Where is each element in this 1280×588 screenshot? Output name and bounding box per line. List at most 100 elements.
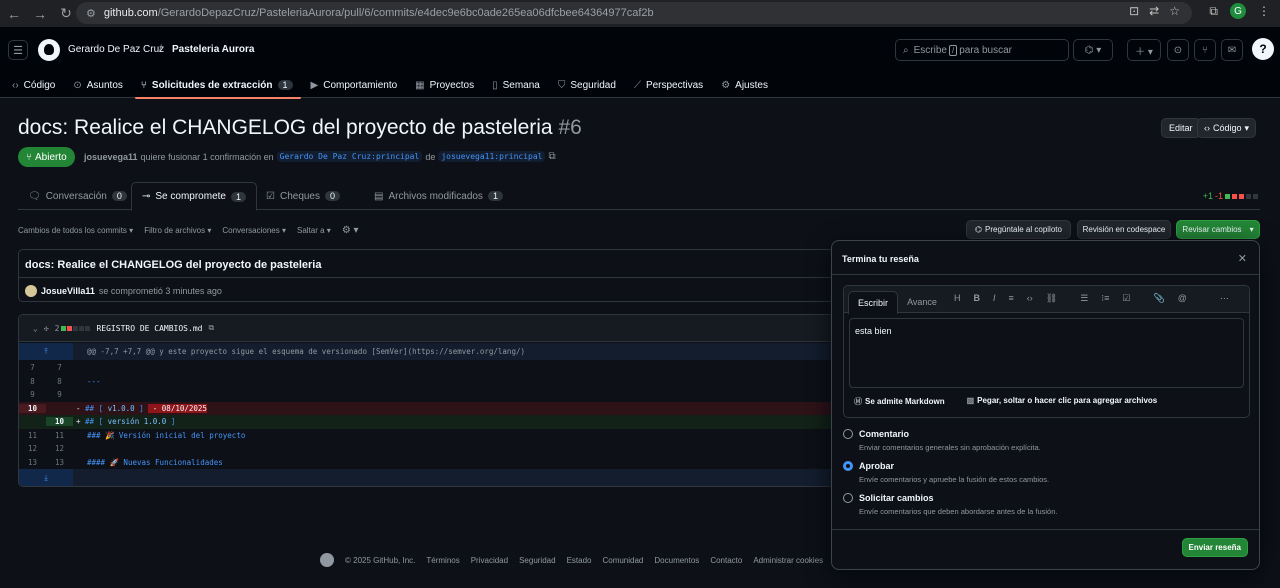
repo-tab-8[interactable]: ⚙ Ajustes: [721, 72, 776, 98]
attach-files-note[interactable]: ▨ Pegar, soltar o hacer clic para agregar…: [967, 396, 1158, 407]
move-icon[interactable]: ✣: [44, 324, 49, 333]
unordered-list-icon[interactable]: ☰: [1080, 293, 1088, 304]
review-option-approve[interactable]: Aprobar Envíe comentarios y apruebe la f…: [843, 461, 1049, 484]
old-line-number[interactable]: 12: [19, 444, 46, 453]
repo-name-link[interactable]: Pasteleria Aurora: [172, 44, 254, 55]
footer-link[interactable]: Términos: [426, 556, 459, 565]
more-options-icon[interactable]: ⋯: [1220, 293, 1229, 304]
base-branch[interactable]: Gerardo De Paz Cruz:principal: [276, 151, 423, 162]
footer-link[interactable]: Administrar cookies: [753, 556, 823, 565]
repo-tab-7[interactable]: ⟋ Perspectivas: [634, 72, 711, 98]
new-line-number[interactable]: 9: [46, 390, 73, 399]
new-line-number[interactable]: 7: [46, 363, 73, 372]
footer-link[interactable]: Seguridad: [519, 556, 555, 565]
radio-comment[interactable]: [843, 429, 853, 439]
diff-filename[interactable]: REGISTRO DE CAMBIOS.md: [96, 324, 202, 333]
search-input[interactable]: ⌕ Escribe / para buscar: [895, 39, 1069, 61]
copilot-button[interactable]: ⌬ ▾: [1073, 39, 1113, 61]
task-list-icon[interactable]: ☑: [1122, 293, 1130, 304]
tab-checks[interactable]: ☑ Cheques 0: [256, 182, 350, 210]
comment-textarea[interactable]: esta bien: [849, 318, 1244, 388]
menu-icon[interactable]: ☰: [8, 40, 28, 60]
install-app-icon[interactable]: ⊡: [1129, 4, 1139, 18]
repo-tab-5[interactable]: ▯ Semana: [492, 72, 548, 98]
radio-request-changes[interactable]: [843, 493, 853, 503]
tab-conversation[interactable]: 🗨 Conversación 0: [18, 182, 137, 210]
translate-icon[interactable]: ⇄: [1149, 4, 1159, 18]
close-icon[interactable]: ✕: [1238, 252, 1247, 265]
old-line-number[interactable]: 8: [19, 377, 46, 386]
repo-tab-6[interactable]: ⛉ Seguridad: [558, 72, 624, 98]
copy-icon[interactable]: ⧉: [208, 323, 214, 333]
ordered-list-icon[interactable]: ⁝≡: [1101, 293, 1109, 304]
attach-icon[interactable]: 📎: [1154, 293, 1165, 304]
markdown-note[interactable]: Ⓜ Se admite Markdown: [854, 396, 945, 407]
github-logo-icon[interactable]: [38, 39, 60, 61]
italic-icon[interactable]: I: [993, 293, 996, 304]
footer-link[interactable]: Comunidad: [602, 556, 643, 565]
reload-icon[interactable]: ↻: [54, 2, 78, 26]
file-filter-dropdown[interactable]: Filtro de archivos ▾: [144, 226, 211, 235]
address-bar[interactable]: ⚙ github.com/GerardoDepazCruz/Pasteleria…: [76, 2, 1192, 24]
review-option-comment[interactable]: Comentario Enviar comentarios generales …: [843, 429, 1041, 452]
footer-link[interactable]: Documentos: [654, 556, 699, 565]
forward-icon[interactable]: →: [28, 2, 52, 26]
profile-avatar[interactable]: G: [1230, 3, 1246, 19]
footer-link[interactable]: Estado: [567, 556, 592, 565]
pull-requests-button[interactable]: ⑂: [1194, 39, 1216, 61]
old-line-number[interactable]: 13: [19, 458, 46, 467]
jump-to-dropdown[interactable]: Saltar a ▾: [297, 226, 331, 235]
codespace-review-button[interactable]: Revisión en codespace: [1077, 220, 1171, 239]
tab-commits[interactable]: ⊸ Se compromete 1: [131, 182, 257, 211]
head-branch[interactable]: josuevega11:principal: [438, 151, 546, 162]
repo-tab-4[interactable]: ▦ Proyectos: [415, 72, 482, 98]
copy-icon[interactable]: ⧉: [548, 151, 555, 162]
review-option-request-changes[interactable]: Solicitar cambios Envíe comentarios que …: [843, 493, 1057, 516]
back-icon[interactable]: ←: [2, 2, 26, 26]
create-new-button[interactable]: ＋ ▾: [1127, 39, 1161, 61]
repo-owner-link[interactable]: Gerardo De Paz Cruz: [68, 44, 164, 55]
footer-link[interactable]: Privacidad: [471, 556, 508, 565]
user-avatar[interactable]: ?: [1252, 38, 1274, 60]
link-icon[interactable]: ⛓: [1046, 293, 1057, 304]
old-line-number[interactable]: 9: [19, 390, 46, 399]
footer-link[interactable]: Contacto: [710, 556, 742, 565]
expand-up-icon[interactable]: ⤒: [19, 343, 73, 360]
tab-write[interactable]: Escribir: [848, 291, 898, 314]
repo-tab-0[interactable]: ‹› Código: [12, 72, 63, 98]
chevron-down-icon[interactable]: ⌄: [33, 324, 38, 333]
new-line-number[interactable]: 8: [46, 377, 73, 386]
new-line-number[interactable]: 10: [46, 417, 73, 427]
heading-icon[interactable]: H: [954, 293, 961, 304]
old-line-number[interactable]: 10: [19, 403, 46, 413]
quote-icon[interactable]: ≡: [1009, 293, 1014, 304]
more-menu-icon[interactable]: ⋮: [1258, 4, 1270, 18]
ask-copilot-button[interactable]: ⌬ Pregúntale al copiloto: [966, 220, 1071, 239]
mention-icon[interactable]: @: [1178, 293, 1187, 304]
old-line-number[interactable]: 7: [19, 363, 46, 372]
new-line-number[interactable]: 13: [46, 458, 73, 467]
pr-author-link[interactable]: josuevega11: [84, 152, 138, 162]
tab-files-changed[interactable]: ▤ Archivos modificados 1: [364, 182, 513, 210]
settings-gear-icon[interactable]: ⚙ ▾: [342, 225, 359, 236]
commit-author-link[interactable]: JosueVilla11: [41, 286, 95, 296]
new-line-number[interactable]: 11: [46, 431, 73, 440]
repo-tab-2[interactable]: ⑂ Solicitudes de extracción 1: [134, 72, 301, 99]
repo-tab-3[interactable]: ▶ Comportamiento: [311, 72, 406, 98]
submit-review-button[interactable]: Enviar reseña: [1181, 538, 1248, 557]
extensions-icon[interactable]: ⧉: [1209, 4, 1218, 19]
bold-icon[interactable]: B: [974, 293, 981, 304]
bookmark-star-icon[interactable]: ☆: [1169, 4, 1180, 18]
github-logo-icon[interactable]: [320, 553, 334, 567]
site-info-icon[interactable]: ⚙: [86, 7, 96, 20]
review-changes-button[interactable]: Revisar cambios ▾: [1176, 220, 1260, 239]
code-icon[interactable]: ‹›: [1027, 293, 1033, 304]
commit-title[interactable]: docs: Realice el CHANGELOG del proyecto …: [25, 259, 321, 271]
tab-preview[interactable]: Avance: [900, 291, 944, 313]
commits-filter-dropdown[interactable]: Cambios de todos los commits ▾: [18, 226, 133, 235]
expand-down-icon[interactable]: ⤓: [19, 469, 73, 486]
conversations-dropdown[interactable]: Conversaciones ▾: [222, 226, 286, 235]
avatar[interactable]: [25, 285, 37, 297]
edit-button[interactable]: Editar: [1161, 118, 1201, 138]
code-dropdown-button[interactable]: ‹› Código ▾: [1197, 118, 1257, 138]
